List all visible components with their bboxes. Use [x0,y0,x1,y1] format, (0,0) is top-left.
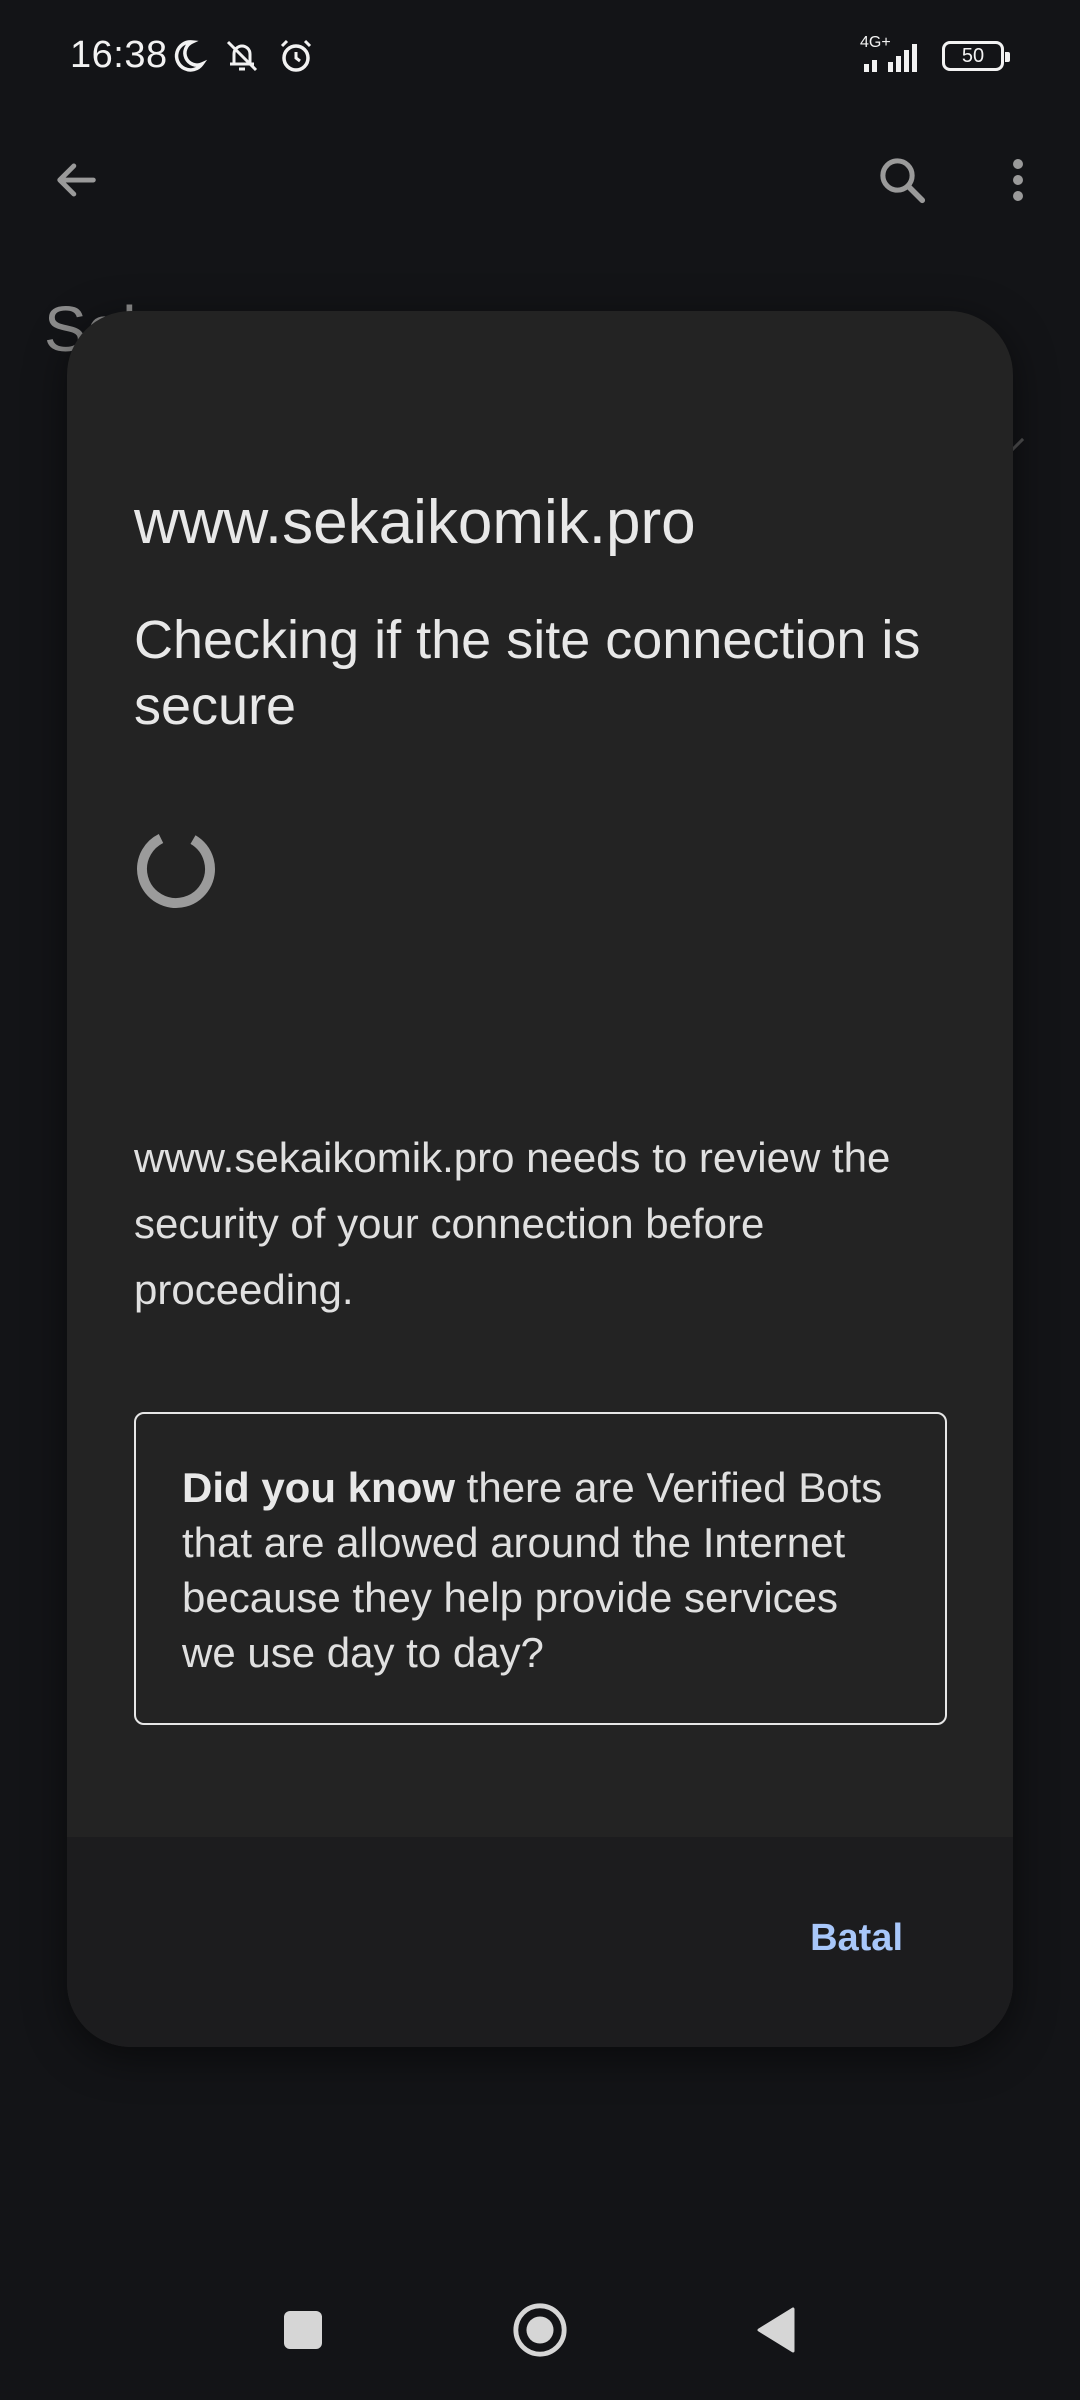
did-you-know-label: Did you know [182,1464,455,1511]
recents-button[interactable] [263,2290,343,2370]
dialog-heading: Checking if the site connection is secur… [134,610,921,736]
status-bar: 16:38 4G+ 50 [0,0,1080,120]
signal-icon: 4G+ [860,34,928,76]
site-name: www.sekaikomik.pro [134,488,696,557]
navigation-bar [0,2290,1080,2380]
more-vertical-icon [1013,159,1023,201]
app-bar [0,120,1080,240]
battery-level: 50 [961,44,985,67]
screen: 16:38 4G+ 50 www.sekaikomik.pro Checking… [0,0,1080,2400]
loading-spinner-icon [137,830,215,908]
recents-square-icon [284,2311,322,2349]
status-icons-right: 4G+ 50 [860,34,1010,76]
moon-icon [174,40,208,72]
dialog-footer: Batal [67,1837,1013,2047]
arrow-back-icon [57,163,96,197]
did-you-know-box: Did you know there are Verified Bots tha… [134,1412,947,1725]
cancel-button[interactable]: Batal [810,1917,903,1960]
alarm-icon [280,39,312,72]
notifications-off-icon [226,40,258,72]
home-button[interactable] [500,2290,580,2370]
back-triangle-icon [757,2307,795,2353]
back-nav-button[interactable] [735,2290,815,2370]
back-button[interactable] [44,148,108,212]
review-message: www.sekaikomik.pro needs to review the s… [134,1134,891,1313]
battery-icon: 50 [942,41,1010,71]
network-type: 4G+ [860,34,891,51]
search-button[interactable] [870,148,934,212]
security-check-dialog: www.sekaikomik.pro Checking if the site … [67,311,1013,2047]
search-icon [880,158,926,204]
more-options-button[interactable] [986,148,1050,212]
status-time: 16:38 [70,34,168,76]
status-icons-left [168,36,316,76]
home-circle-icon [513,2303,567,2357]
